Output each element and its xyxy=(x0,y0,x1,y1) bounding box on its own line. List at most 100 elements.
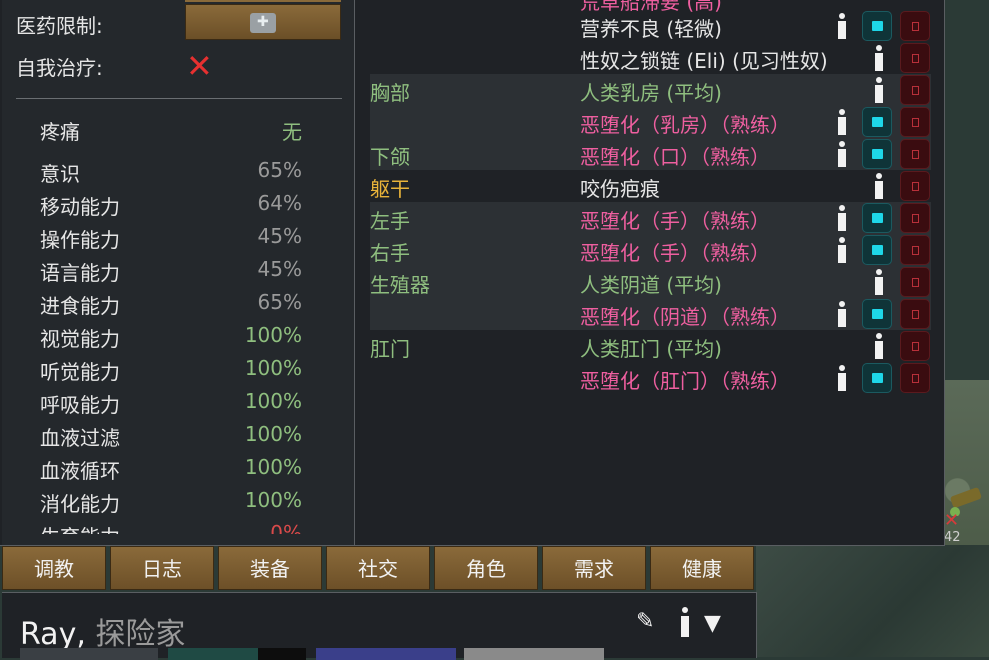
tab-0[interactable]: 调教 xyxy=(2,546,106,590)
map-stack-count: 42 xyxy=(944,530,961,545)
capacity-label: 意识 xyxy=(40,162,80,186)
capacity-value: 100% xyxy=(244,488,302,512)
info-icon[interactable] xyxy=(835,141,849,167)
body-part-label: 左手 xyxy=(370,209,410,233)
tab-1[interactable]: 日志 xyxy=(110,546,214,590)
medicine-icon xyxy=(250,13,276,33)
save-icon[interactable] xyxy=(862,139,892,169)
hediff-row[interactable]: 右手 恶堕化（手）（熟练） xyxy=(370,234,931,266)
save-icon[interactable] xyxy=(862,11,892,41)
capacity-label: 呼吸能力 xyxy=(40,393,120,417)
hediff-row[interactable]: 躯干 咬伤疤痕 xyxy=(370,170,931,202)
capacity-value: 100% xyxy=(244,356,302,380)
info-icon[interactable] xyxy=(835,365,849,391)
info-icon[interactable] xyxy=(872,333,886,359)
remove-icon[interactable] xyxy=(900,75,930,105)
hediff-row[interactable]: 下颌 恶堕化（口）（熟练） xyxy=(370,138,931,170)
collapse-icon[interactable]: ▼ xyxy=(704,611,721,636)
hediff-table: 营养不良 (轻微) 性奴之锁链 (Eli) (见习性奴) 胸部 人类乳房 (平均) 恶堕… xyxy=(370,0,931,395)
body-part-label: 躯干 xyxy=(370,177,410,201)
info-icon[interactable] xyxy=(872,173,886,199)
remove-icon[interactable] xyxy=(900,43,930,73)
hediff-label: 恶堕化（乳房）（熟练） xyxy=(580,113,790,137)
info-icon[interactable] xyxy=(872,45,886,71)
capacity-value: 65% xyxy=(257,158,302,182)
remove-icon[interactable] xyxy=(900,171,930,201)
save-icon[interactable] xyxy=(862,203,892,233)
info-icon[interactable] xyxy=(835,237,849,263)
hediff-row[interactable]: 性奴之锁链 (Eli) (见习性奴) xyxy=(370,42,931,74)
pawn-name-line: Ray, 探险家 xyxy=(20,609,185,653)
pawn-name: Ray xyxy=(20,617,77,652)
self-tend-label: 自我治疗: xyxy=(16,56,103,80)
tab-bar: 调教 日志 装备 社交 角色 需求 健康 xyxy=(2,546,756,591)
hediff-label: 恶堕化（手）（熟练） xyxy=(580,209,770,233)
body-part-label: 右手 xyxy=(370,241,410,265)
divider xyxy=(16,98,342,99)
capacity-value: 100% xyxy=(244,389,302,413)
hediff-row[interactable]: 恶堕化（肛门）（熟练） xyxy=(370,362,931,394)
hediff-label: 恶堕化（手）（熟练） xyxy=(580,241,770,265)
tab-4[interactable]: 角色 xyxy=(434,546,538,590)
body-part-label: 下颌 xyxy=(370,145,410,169)
capacity-value: 100% xyxy=(244,455,302,479)
hediff-label: 恶堕化（口）（熟练） xyxy=(580,145,770,169)
remove-icon[interactable] xyxy=(900,363,930,393)
hediff-row[interactable]: 左手 恶堕化（手）（熟练） xyxy=(370,202,931,234)
remove-icon[interactable] xyxy=(900,331,930,361)
capacity-value: 45% xyxy=(257,257,302,281)
info-icon[interactable] xyxy=(872,269,886,295)
hediff-label: 人类肛门 (平均) xyxy=(580,337,722,361)
hediff-row[interactable]: 恶堕化（乳房）（熟练） xyxy=(370,106,931,138)
save-icon[interactable] xyxy=(862,363,892,393)
rest-bar xyxy=(316,648,456,660)
tab-2[interactable]: 装备 xyxy=(218,546,322,590)
info-icon[interactable] xyxy=(835,109,849,135)
tab-6[interactable]: 健康 xyxy=(650,546,754,590)
save-icon[interactable] xyxy=(862,299,892,329)
remove-icon[interactable] xyxy=(900,267,930,297)
rename-icon[interactable]: ✎ xyxy=(636,609,654,634)
health-summary-panel: 医药限制: 自我治疗: ✕ 疼痛 无 意识 65% 移动能力 64% 操作能力 45% 语言… xyxy=(2,0,355,545)
hediff-row[interactable]: 肛门 人类肛门 (平均) xyxy=(370,330,931,362)
body-part-label: 胸部 xyxy=(370,81,410,105)
info-icon[interactable] xyxy=(835,13,849,39)
capacity-label: 视觉能力 xyxy=(40,327,120,351)
remove-icon[interactable] xyxy=(900,299,930,329)
capacity-label: 进食能力 xyxy=(40,294,120,318)
pawn-title: 探险家 xyxy=(95,617,186,652)
remove-icon[interactable] xyxy=(900,139,930,169)
tab-5[interactable]: 需求 xyxy=(542,546,646,590)
self-tend-toggle[interactable]: ✕ xyxy=(186,50,213,82)
save-icon[interactable] xyxy=(862,235,892,265)
medicine-limit-button[interactable] xyxy=(185,4,341,40)
map-terrain-lower xyxy=(756,545,989,657)
capacity-value: 100% xyxy=(244,323,302,347)
remove-icon[interactable] xyxy=(900,11,930,41)
remove-icon[interactable] xyxy=(900,203,930,233)
hediff-partial-row: 荒草船滞要 (高) xyxy=(580,0,722,14)
capacity-value: 100% xyxy=(244,422,302,446)
save-icon[interactable] xyxy=(862,107,892,137)
inspect-pane: Ray, 探险家 ✎ ▼ xyxy=(2,592,757,660)
capacity-value: 45% xyxy=(257,224,302,248)
info-icon[interactable] xyxy=(835,301,849,327)
hediff-row[interactable]: 生殖器 人类阴道 (平均) xyxy=(370,266,931,298)
capacity-label: 移动能力 xyxy=(40,195,120,219)
body-part-label: 生殖器 xyxy=(370,273,430,297)
name-separator: , xyxy=(76,617,96,652)
hediff-row[interactable]: 胸部 人类乳房 (平均) xyxy=(370,74,931,106)
capacity-label: 语言能力 xyxy=(40,261,120,285)
remove-icon[interactable] xyxy=(900,107,930,137)
capacity-label: 消化能力 xyxy=(40,492,120,516)
hediff-label: 恶堕化（肛门）（熟练） xyxy=(580,369,790,393)
restriction-bar xyxy=(464,648,604,660)
tab-3[interactable]: 社交 xyxy=(326,546,430,590)
info-icon[interactable] xyxy=(872,77,886,103)
capacity-value: 64% xyxy=(257,191,302,215)
mood-bar xyxy=(168,648,258,660)
info-icon[interactable] xyxy=(835,205,849,231)
info-icon[interactable] xyxy=(677,607,693,637)
hediff-row[interactable]: 恶堕化（阴道）（熟练） xyxy=(370,298,931,330)
remove-icon[interactable] xyxy=(900,235,930,265)
